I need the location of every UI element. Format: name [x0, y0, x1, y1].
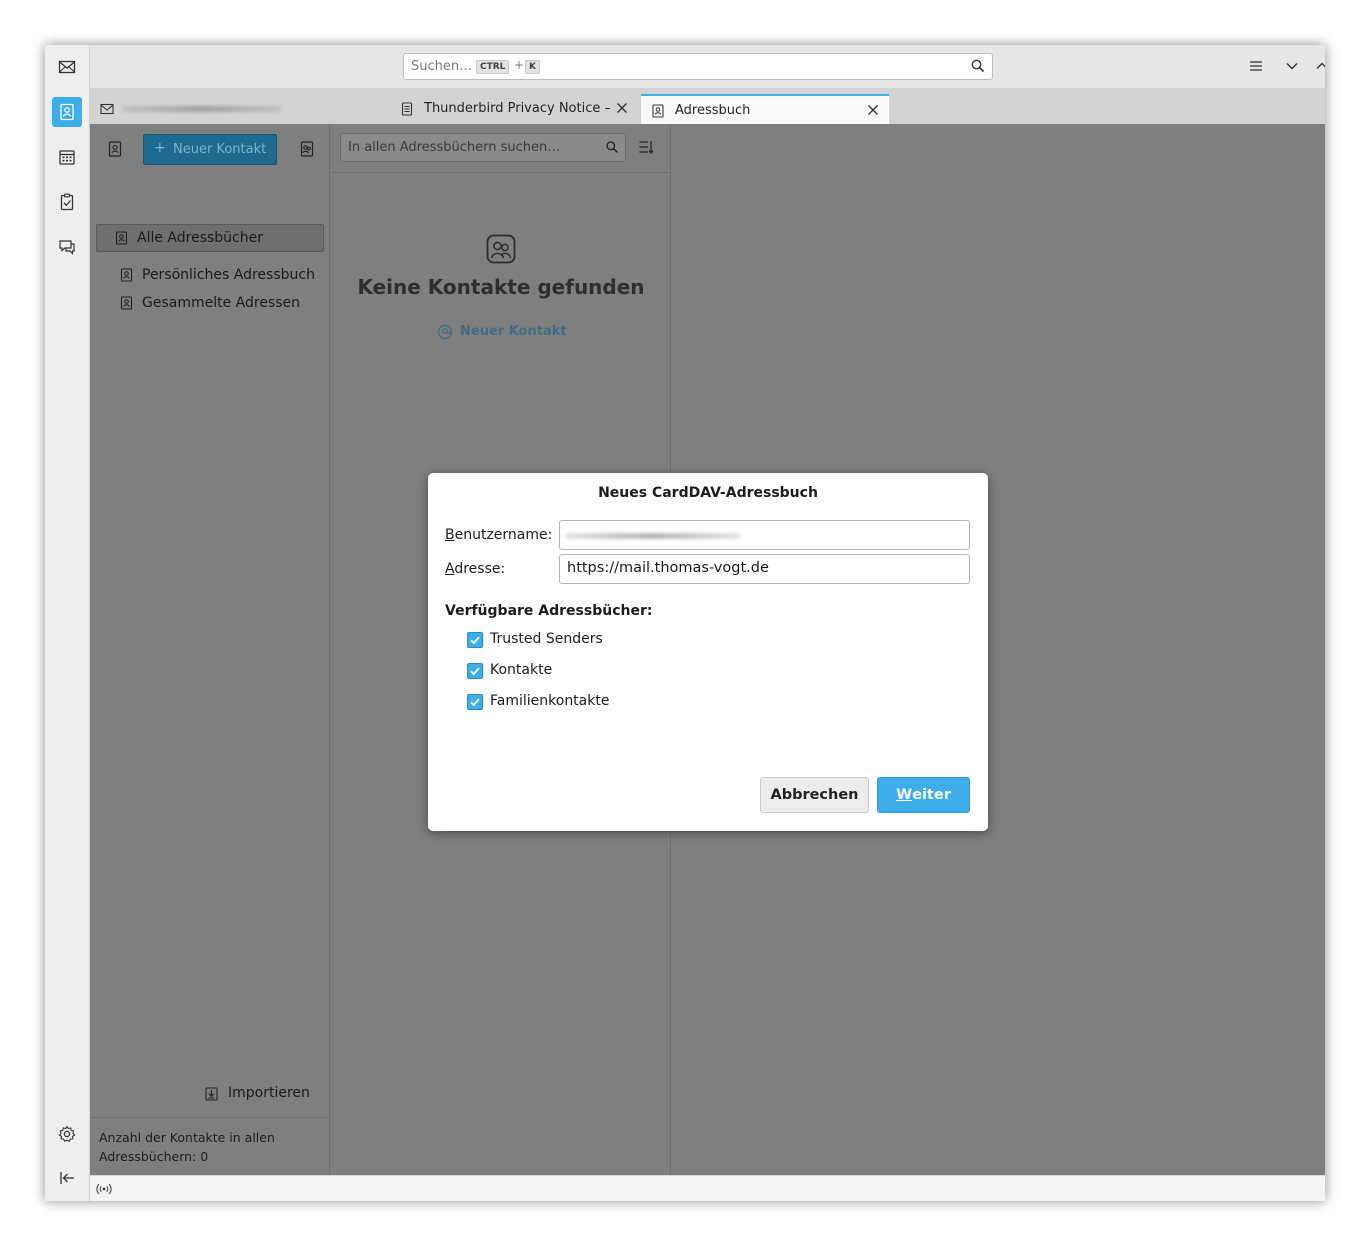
address-book-space-button[interactable] — [52, 97, 82, 127]
global-search-placeholder: Suchen… — [411, 59, 473, 74]
address-accesskey: A — [445, 561, 455, 577]
shortcut-plus: + — [514, 58, 525, 72]
tasks-space-button[interactable] — [52, 187, 82, 217]
new-contact-button[interactable]: + Neuer Kontakt — [143, 134, 277, 165]
tasks-icon — [60, 193, 74, 211]
tab-bar: Thunderbird Privacy Notice — Adressbuch — [90, 88, 1325, 124]
list-header-divider — [331, 172, 671, 173]
address-book-personal[interactable]: Persönliches Adressbuch — [96, 262, 324, 290]
address-book-label: Persönliches Adressbuch — [142, 267, 315, 283]
username-input[interactable] — [559, 520, 970, 550]
available-books-heading: Verfügbare Adressbücher: — [445, 603, 653, 619]
import-label: Importieren — [228, 1085, 310, 1101]
new-contact-label: Neuer Kontakt — [173, 142, 267, 157]
username-accesskey: B — [445, 527, 455, 543]
address-books-pane: + Neuer Kontakt Alle Adressbücher Persön… — [90, 124, 330, 1175]
next-accesskey: W — [896, 787, 913, 803]
cancel-button[interactable]: Abbrechen — [760, 777, 869, 813]
new-contact-icon — [437, 324, 453, 340]
mail-space-button[interactable] — [52, 52, 82, 82]
address-book-icon — [115, 231, 128, 245]
collapse-left-icon — [60, 1172, 74, 1184]
close-icon[interactable] — [866, 103, 880, 117]
list-display-options-icon[interactable] — [638, 139, 654, 155]
address-book-label: Gesammelte Adressen — [142, 295, 301, 311]
new-list-icon[interactable] — [298, 140, 316, 158]
tab-label: Adressbuch — [675, 103, 751, 118]
dialog-title: Neues CardDAV-Adressbuch — [598, 485, 818, 501]
shortcut-ctrl-key: CTRL — [476, 60, 510, 74]
address-book-icon — [60, 103, 74, 121]
address-label: Adresse: — [445, 561, 505, 577]
mail-icon — [58, 60, 76, 74]
address-label-text: dresse: — [454, 561, 506, 577]
chat-icon — [59, 240, 75, 255]
checkbox-checked[interactable] — [467, 694, 483, 710]
checkbox-checked[interactable] — [467, 663, 483, 679]
global-search-input[interactable]: Suchen… CTRL + K — [403, 53, 993, 80]
minimize-button[interactable] — [1283, 57, 1301, 75]
next-button[interactable]: Weiter — [877, 777, 970, 813]
contacts-count-footer: Anzahl der Kontakte in allen Adressbüche… — [90, 1117, 330, 1175]
shortcut-k-key: K — [525, 60, 540, 74]
book-option-label: Kontakte — [490, 662, 553, 678]
new-carddav-dialog: Neues CardDAV-Adressbuch Benutzername: A… — [428, 473, 988, 831]
checkbox-checked[interactable] — [467, 632, 483, 648]
collapse-spaces-button[interactable] — [52, 1163, 82, 1193]
import-icon — [205, 1087, 218, 1101]
hamburger-menu-icon — [1250, 61, 1262, 71]
checkmark-icon — [470, 636, 480, 645]
book-option-label: Familienkontakte — [490, 693, 610, 709]
search-icon — [606, 141, 619, 154]
tab-label: Thunderbird Privacy Notice — — [424, 101, 610, 116]
blurred-username — [565, 533, 740, 539]
chevron-down-icon — [1286, 63, 1298, 70]
calendar-icon — [59, 150, 75, 165]
username-label-text: enutzername: — [454, 527, 553, 543]
address-input[interactable]: https://mail.thomas-vogt.de — [559, 554, 970, 584]
empty-state-link-label: Neuer Kontakt — [460, 324, 567, 339]
chat-space-button[interactable] — [52, 232, 82, 262]
online-status-icon[interactable] — [96, 1182, 112, 1196]
maximize-button[interactable] — [1313, 57, 1325, 75]
spaces-toolbar — [45, 45, 90, 1201]
status-bar — [90, 1175, 1325, 1201]
chevron-up-icon — [1316, 62, 1325, 69]
address-book-collected[interactable]: Gesammelte Adressen — [96, 290, 324, 318]
search-icon[interactable] — [970, 58, 986, 74]
checkmark-icon — [470, 698, 480, 707]
gear-icon — [58, 1125, 76, 1143]
calendar-space-button[interactable] — [52, 142, 82, 172]
contacts-count-line2: Adressbüchern: 0 — [99, 1149, 209, 1164]
contacts-empty-icon — [486, 234, 516, 264]
settings-space-button[interactable] — [52, 1119, 82, 1149]
next-label-text: eiter — [912, 787, 951, 803]
mail-icon — [100, 103, 114, 115]
blurred-account-name — [122, 106, 282, 112]
address-book-icon — [652, 104, 664, 118]
checkmark-icon — [470, 667, 480, 676]
address-book-all[interactable]: Alle Adressbücher — [96, 224, 324, 252]
tab-mail[interactable] — [90, 94, 340, 124]
tab-address-book[interactable]: Adressbuch — [641, 94, 889, 124]
book-option-label: Trusted Senders — [490, 631, 603, 647]
contacts-count-line1: Anzahl der Kontakte in allen — [99, 1130, 275, 1145]
document-icon — [401, 102, 413, 116]
new-address-book-icon[interactable] — [106, 140, 124, 158]
username-label: Benutzername: — [445, 527, 552, 543]
close-icon[interactable] — [615, 101, 629, 115]
contacts-search-input[interactable]: In allen Adressbüchern suchen… — [340, 133, 626, 162]
tab-privacy-notice[interactable]: Thunderbird Privacy Notice — — [390, 94, 638, 124]
address-value: https://mail.thomas-vogt.de — [567, 560, 769, 576]
empty-state-title: Keine Kontakte gefunden — [357, 275, 645, 299]
plus-icon: + — [154, 140, 166, 156]
app-menu-button[interactable] — [1247, 57, 1265, 75]
contacts-search-placeholder: In allen Adressbüchern suchen… — [348, 140, 561, 155]
address-book-icon — [120, 268, 133, 282]
address-book-icon — [120, 296, 133, 310]
title-bar: Suchen… CTRL + K — [90, 45, 1325, 88]
address-book-label: Alle Adressbücher — [137, 230, 263, 246]
